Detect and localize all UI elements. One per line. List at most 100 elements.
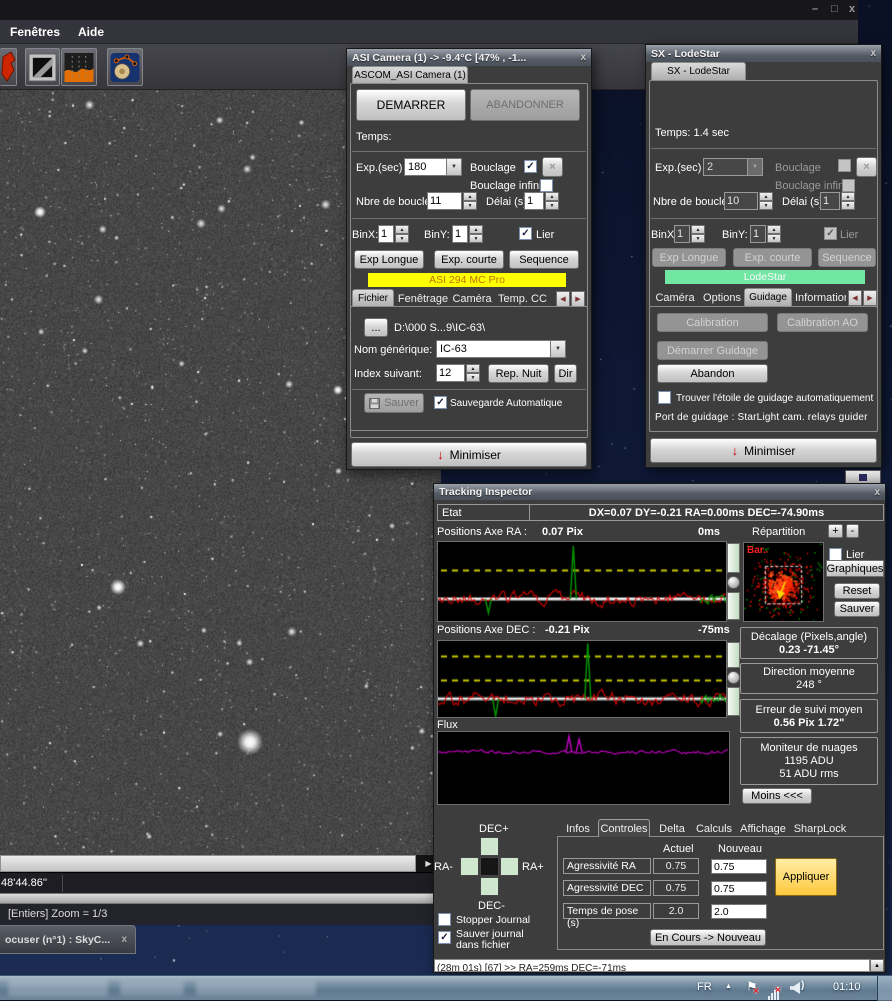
spin-down-icon[interactable]: ▼ bbox=[463, 201, 477, 210]
focuser-window-tab[interactable]: ocuser (n°1) : SkyC... x bbox=[0, 925, 136, 954]
moins-button[interactable]: Moins <<< bbox=[742, 788, 812, 804]
agressivite-dec-input[interactable] bbox=[711, 881, 767, 896]
spin-up-icon[interactable]: ▲ bbox=[395, 225, 409, 234]
asi-index-spinner[interactable]: 12 ▲ ▼ bbox=[436, 364, 480, 382]
asi-bouclage-checkbox[interactable]: ✓ bbox=[524, 160, 537, 173]
sauvegarde-auto-checkbox[interactable]: ✓ bbox=[434, 396, 447, 409]
ra-scale-slider-bottom[interactable] bbox=[727, 592, 740, 620]
tray-expand-icon[interactable]: ▲ bbox=[725, 983, 732, 990]
sx-loop-count-value[interactable]: 10 bbox=[724, 192, 758, 210]
dropdown-arrow-icon[interactable]: ▼ bbox=[748, 158, 763, 176]
toolbar-button-partial[interactable] bbox=[0, 48, 17, 86]
spin-down-icon[interactable]: ▼ bbox=[759, 201, 773, 210]
tab-calculs[interactable]: Calculs bbox=[693, 821, 735, 836]
asi-stop-loop-button[interactable]: × bbox=[542, 157, 563, 177]
sequence-button[interactable]: Sequence bbox=[509, 250, 579, 269]
sx-tab-scroll-left-icon[interactable]: ◀ bbox=[848, 290, 862, 306]
sx-delay-spinner[interactable]: 1 ▲ ▼ bbox=[820, 192, 855, 210]
toolbar-button-focuser[interactable] bbox=[107, 48, 143, 86]
spin-down-icon[interactable]: ▼ bbox=[841, 201, 855, 210]
exp-courte-button[interactable]: Exp. courte bbox=[434, 250, 504, 269]
asi-nom-combo[interactable]: IC-63 ▼ bbox=[436, 340, 566, 358]
sx-lier-checkbox[interactable]: ✓ bbox=[824, 227, 837, 240]
asi-index-arrows[interactable]: ▲ ▼ bbox=[466, 364, 480, 382]
tab-delta[interactable]: Delta bbox=[654, 821, 690, 836]
sx-sequence-button[interactable]: Sequence bbox=[818, 248, 876, 267]
exp-longue-button[interactable]: Exp Longue bbox=[354, 250, 424, 269]
spin-up-icon[interactable]: ▲ bbox=[466, 364, 480, 373]
calibration-button[interactable]: Calibration bbox=[657, 313, 768, 332]
repartition-zoom-in-button[interactable]: + bbox=[828, 524, 843, 538]
asi-biny-arrows[interactable]: ▲ ▼ bbox=[469, 225, 483, 243]
asi-delay-arrows[interactable]: ▲ ▼ bbox=[545, 192, 559, 210]
asi-loop-count-value[interactable]: 11 bbox=[427, 192, 462, 210]
tracking-titlebar[interactable]: Tracking Inspector x bbox=[434, 484, 885, 500]
ra-scale-slider-top[interactable] bbox=[727, 543, 740, 573]
spin-up-icon[interactable]: ▲ bbox=[691, 225, 705, 234]
sx-minimiser-button[interactable]: ↓ Minimiser bbox=[650, 438, 877, 463]
taskbar-blurred-item[interactable] bbox=[196, 981, 316, 995]
sx-tab-scroll-right-icon[interactable]: ▶ bbox=[863, 290, 877, 306]
sx-tab-camera[interactable]: Caméra bbox=[653, 290, 697, 306]
asi-delay-value[interactable]: 1 bbox=[524, 192, 544, 210]
language-indicator[interactable]: FR bbox=[697, 981, 712, 993]
asi-tab-fenetrage[interactable]: Fenêtrage bbox=[398, 291, 448, 307]
en-cours-nouveau-button[interactable]: En Cours -> Nouveau bbox=[650, 929, 766, 946]
spin-up-icon[interactable]: ▲ bbox=[767, 225, 781, 234]
spin-down-icon[interactable]: ▼ bbox=[466, 373, 480, 382]
dir-button[interactable]: Dir bbox=[554, 364, 577, 383]
sx-tab-options[interactable]: Options bbox=[701, 290, 743, 306]
dec-scale-slider-knob[interactable] bbox=[727, 671, 740, 684]
show-desktop-button[interactable] bbox=[877, 976, 892, 1001]
tab-controles[interactable]: Controles bbox=[598, 819, 650, 837]
taskbar-blurred-item[interactable] bbox=[8, 980, 108, 996]
sx-delay-arrows[interactable]: ▲ ▼ bbox=[841, 192, 855, 210]
asi-tab-temp[interactable]: Temp. CC bbox=[498, 291, 552, 307]
asi-lier-checkbox[interactable]: ✓ bbox=[519, 227, 532, 240]
sx-close-icon[interactable]: x bbox=[870, 48, 876, 59]
asi-biny-spinner[interactable]: 1 ▲ ▼ bbox=[452, 225, 483, 243]
sx-tab-information[interactable]: Information bbox=[795, 290, 846, 306]
maximize-button[interactable]: □ bbox=[831, 3, 838, 15]
menu-aide[interactable]: Aide bbox=[78, 25, 104, 39]
trouver-etoile-checkbox[interactable] bbox=[658, 391, 671, 404]
tab-sharplock[interactable]: SharpLock bbox=[792, 821, 848, 836]
focuser-tab-close-icon[interactable]: x bbox=[121, 934, 127, 945]
asi-main-tab[interactable]: ASCOM_ASI Camera (1) bbox=[352, 66, 468, 84]
asi-tab-scroll-right-icon[interactable]: ▶ bbox=[571, 291, 585, 307]
asi-delay-spinner[interactable]: 1 ▲ ▼ bbox=[524, 192, 559, 210]
dec-scale-slider-top[interactable] bbox=[727, 642, 740, 668]
sx-exp-longue-button[interactable]: Exp Longue bbox=[652, 248, 726, 267]
sx-loop-count-spinner[interactable]: 10 ▲ ▼ bbox=[724, 192, 773, 210]
sx-biny-value[interactable]: 1 bbox=[750, 225, 766, 243]
demarrer-button[interactable]: DEMARRER bbox=[356, 89, 466, 121]
asi-titlebar[interactable]: ASI Camera (1) -> -9.4°C [47% , -1... x bbox=[347, 49, 591, 66]
sx-tab-guidage[interactable]: Guidage bbox=[744, 288, 792, 306]
asi-exposure-combo[interactable]: 180 ▼ bbox=[404, 158, 462, 176]
sx-binx-spinner[interactable]: 1 ▲ ▼ bbox=[674, 225, 705, 243]
sx-loop-count-arrows[interactable]: ▲ ▼ bbox=[759, 192, 773, 210]
asi-biny-value[interactable]: 1 bbox=[452, 225, 468, 243]
speaker-icon[interactable] bbox=[790, 982, 800, 994]
toolbar-button-histogram[interactable] bbox=[61, 48, 97, 86]
temps-pose-input[interactable] bbox=[711, 904, 767, 919]
tab-infos[interactable]: Infos bbox=[560, 821, 596, 836]
tracking-sauver-button[interactable]: Sauver bbox=[834, 601, 880, 617]
asi-binx-arrows[interactable]: ▲ ▼ bbox=[395, 225, 409, 243]
spin-down-icon[interactable]: ▼ bbox=[469, 234, 483, 243]
ra-scale-slider-knob[interactable] bbox=[727, 576, 740, 589]
menu-fenetres[interactable]: Fenêtres bbox=[10, 25, 60, 39]
repartition-zoom-out-button[interactable]: - bbox=[846, 524, 859, 538]
spin-up-icon[interactable]: ▲ bbox=[469, 225, 483, 234]
agressivite-ra-input[interactable] bbox=[711, 859, 767, 874]
spin-up-icon[interactable]: ▲ bbox=[545, 192, 559, 201]
sx-binx-arrows[interactable]: ▲ ▼ bbox=[691, 225, 705, 243]
dec-scale-slider-bottom[interactable] bbox=[727, 687, 740, 716]
asi-tab-fichier[interactable]: Fichier bbox=[352, 289, 394, 307]
appliquer-button[interactable]: Appliquer bbox=[775, 858, 837, 896]
spin-down-icon[interactable]: ▼ bbox=[395, 234, 409, 243]
sx-delay-value[interactable]: 1 bbox=[820, 192, 840, 210]
sx-exp-courte-button[interactable]: Exp. courte bbox=[733, 248, 812, 267]
horizontal-scrollbar[interactable] bbox=[0, 855, 416, 872]
spin-up-icon[interactable]: ▲ bbox=[841, 192, 855, 201]
